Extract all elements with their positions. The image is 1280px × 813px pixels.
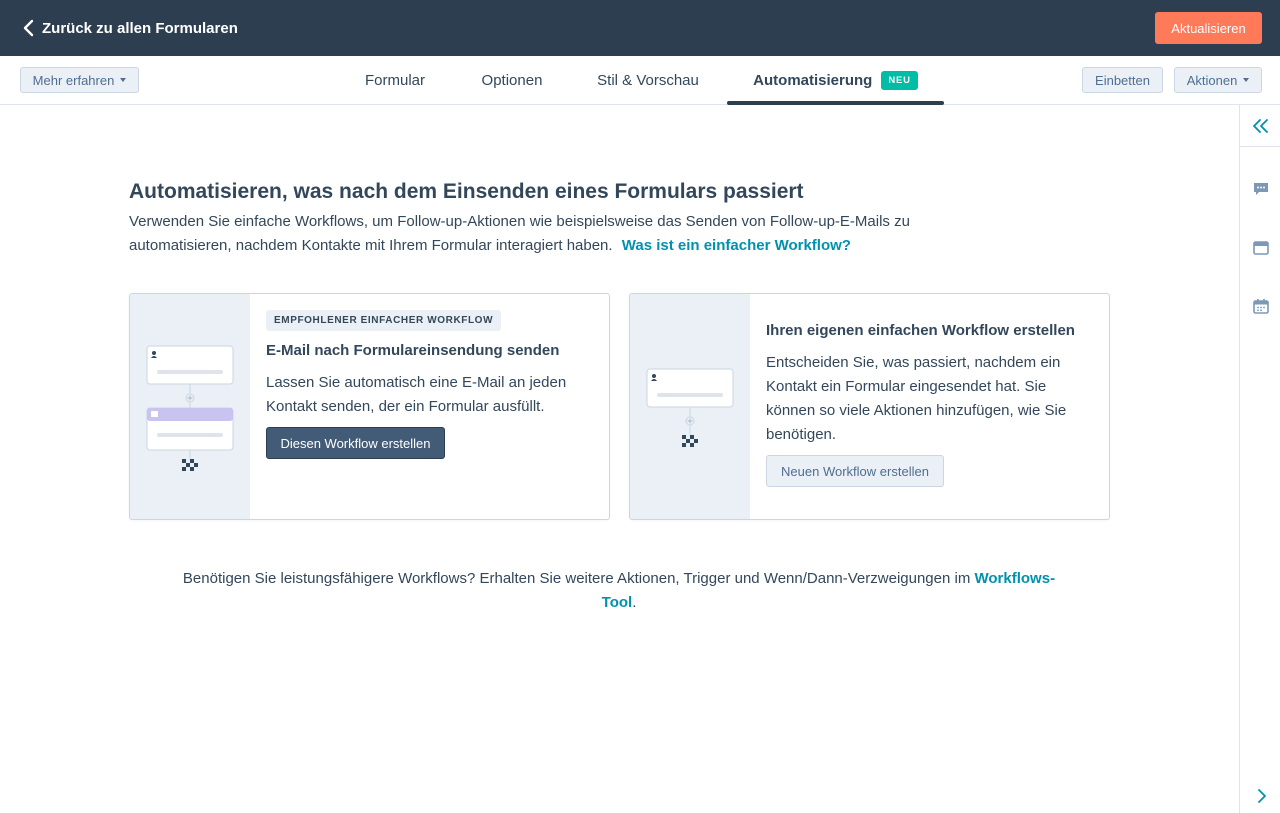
page-heading: Automatisieren, was nach dem Einsenden e… [129,180,804,203]
caret-down-icon [120,78,127,82]
tab-bar: Mehr erfahren Formular Optionen Stil & V… [0,56,1280,105]
actions-label: Aktionen [1186,72,1238,88]
embed-button[interactable]: Einbetten [1082,67,1163,93]
card-title: Ihren eigenen einfachen Workflow erstell… [766,322,1075,339]
workflow-diagram-icon [646,368,734,447]
what-is-workflow-link[interactable]: Was ist ein einfacher Workflow? [622,237,851,254]
sidebar-divider [1240,146,1280,147]
custom-workflow-card: Ihren eigenen einfachen Workflow erstell… [629,293,1110,520]
recommended-tag: EMPFOHLENER EINFACHER WORKFLOW [266,310,502,331]
caret-down-icon [1243,78,1250,82]
collapse-double-chevron-icon[interactable] [1252,117,1270,135]
learn-more-label: Mehr erfahren [32,72,115,88]
recommended-workflow-card: EMPFOHLENER EINFACHER WORKFLOW E-Mail na… [129,293,610,520]
chevron-left-icon [23,19,34,37]
tab-label: Optionen [481,72,543,89]
card-description: Entscheiden Sie, was passiert, nachdem e… [766,354,1067,443]
workflow-illustration [130,294,250,519]
footer-text: Benötigen Sie leistungsfähigere Workflow… [182,570,975,587]
footer-period: . [632,594,637,611]
active-tab-indicator [727,101,944,105]
tab-automation[interactable]: Automatisierung NEU [727,56,944,105]
tab-label: Automatisierung [753,72,873,89]
tab-options[interactable]: Optionen [466,56,558,105]
create-this-workflow-button[interactable]: Diesen Workflow erstellen [266,427,445,459]
embed-label: Einbetten [1095,72,1150,88]
tab-label: Formular [364,72,425,89]
top-bar: Zurück zu allen Formularen Aktualisieren [0,0,1280,56]
card-description: Lassen Sie automatisch eine E-Mail an je… [266,374,567,415]
intro-text: Verwenden Sie einfache Workflows, um Fol… [129,210,929,258]
learn-more-dropdown[interactable]: Mehr erfahren [20,67,139,93]
card-title: E-Mail nach Formulareinsendung senden [266,342,560,359]
chevron-right-icon[interactable] [1252,787,1270,805]
back-to-forms-link[interactable]: Zurück zu allen Formularen [22,17,238,39]
create-new-workflow-button[interactable]: Neuen Workflow erstellen [766,455,944,487]
calendar-icon[interactable] [1252,297,1270,315]
back-link-label: Zurück zu allen Formularen [42,19,238,37]
workflow-diagram-icon [146,345,234,471]
right-sidebar [1239,105,1280,813]
window-icon[interactable] [1252,239,1270,257]
workflow-illustration [630,294,750,519]
tab-form[interactable]: Formular [352,56,438,105]
actions-dropdown[interactable]: Aktionen [1174,67,1262,93]
tab-style-preview[interactable]: Stil & Vorschau [586,56,710,105]
update-button[interactable]: Aktualisieren [1155,12,1262,44]
new-badge: NEU [881,71,918,90]
workflows-tool-hint: Benötigen Sie leistungsfähigere Workflow… [169,567,1069,615]
tab-label: Stil & Vorschau [597,72,699,89]
chat-icon[interactable] [1252,180,1270,198]
